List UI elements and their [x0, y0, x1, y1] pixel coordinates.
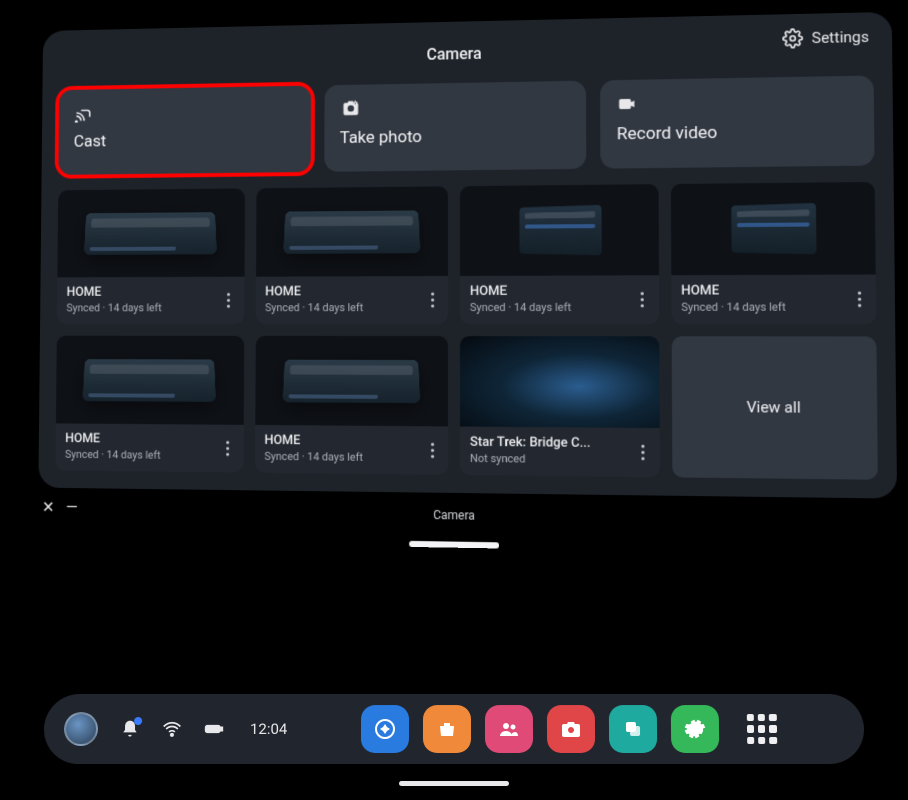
media-title: HOME: [67, 285, 235, 300]
media-subtitle: Synced · 14 days left: [470, 301, 648, 314]
media-card[interactable]: HOME Synced · 14 days left: [255, 186, 448, 324]
media-thumbnail: [256, 186, 448, 276]
taskbar: 12:04: [43, 694, 864, 764]
taskbar-apps: [361, 705, 783, 753]
video-icon: [617, 94, 639, 114]
media-thumbnail: [460, 336, 659, 428]
cast-icon: [74, 103, 95, 123]
media-subtitle: Synced · 14 days left: [66, 301, 234, 314]
wifi-icon[interactable]: [162, 719, 182, 739]
media-card[interactable]: HOME Synced · 14 days left: [460, 184, 659, 324]
taskbar-status: 12:04: [64, 712, 288, 746]
media-thumbnail: [56, 336, 244, 425]
media-card[interactable]: Star Trek: Bridge C... Not synced: [460, 336, 660, 477]
media-title: HOME: [65, 431, 233, 447]
window-controls: ✕ —: [42, 498, 78, 517]
more-icon[interactable]: [632, 292, 653, 307]
media-title: Star Trek: Bridge C...: [470, 435, 649, 452]
take-photo-label: Take photo: [340, 125, 571, 148]
media-card[interactable]: HOME Synced · 14 days left: [57, 188, 245, 324]
record-video-tile[interactable]: Record video: [600, 75, 874, 168]
gear-icon: [782, 28, 803, 49]
media-grid: HOME Synced · 14 days left HOME Synced ·…: [55, 182, 877, 480]
media-title: HOME: [264, 433, 438, 450]
media-title: HOME: [470, 283, 648, 299]
media-card[interactable]: HOME Synced · 14 days left: [55, 336, 243, 473]
cast-label: Cast: [74, 129, 295, 152]
app-library-icon[interactable]: [740, 708, 783, 750]
notifications-icon[interactable]: [120, 719, 140, 739]
camera-panel: Camera Settings Cast Take photo: [38, 12, 897, 499]
view-all-tile[interactable]: View all: [671, 336, 878, 479]
cast-tile[interactable]: Cast: [58, 86, 310, 175]
battery-icon[interactable]: [204, 719, 224, 739]
media-thumbnail: [460, 184, 659, 276]
action-row: Cast Take photo Record video: [58, 75, 874, 174]
clock: 12:04: [250, 720, 288, 738]
media-thumbnail: [255, 336, 448, 427]
more-icon[interactable]: [218, 441, 237, 456]
app-people[interactable]: [485, 705, 533, 753]
media-thumbnail: [57, 188, 244, 277]
app-settings[interactable]: [670, 705, 719, 753]
media-subtitle: Not synced: [470, 452, 649, 467]
app-camera[interactable]: [547, 705, 595, 753]
more-icon[interactable]: [633, 445, 654, 461]
media-subtitle: Synced · 14 days left: [681, 300, 865, 314]
settings-button[interactable]: Settings: [782, 27, 869, 49]
taskbar-drag-handle[interactable]: [399, 781, 509, 786]
panel-header: Camera Settings: [59, 27, 873, 79]
media-title: HOME: [681, 283, 865, 299]
camera-icon: [340, 98, 362, 118]
more-icon[interactable]: [422, 443, 442, 458]
take-photo-tile[interactable]: Take photo: [324, 81, 587, 172]
drag-handle[interactable]: [409, 541, 499, 549]
more-icon[interactable]: [848, 292, 869, 308]
minimize-icon[interactable]: —: [66, 498, 78, 517]
media-thumbnail: [670, 182, 875, 275]
media-card[interactable]: HOME Synced · 14 days left: [670, 182, 876, 324]
close-icon[interactable]: ✕: [42, 498, 55, 517]
record-video-label: Record video: [617, 121, 858, 145]
view-all-label: View all: [747, 398, 801, 417]
app-store[interactable]: [423, 705, 471, 753]
app-multitask[interactable]: [609, 705, 657, 753]
more-icon[interactable]: [219, 293, 238, 308]
app-explore[interactable]: [361, 705, 409, 753]
media-title: HOME: [265, 284, 438, 299]
page-title: Camera: [427, 43, 482, 63]
media-subtitle: Synced · 14 days left: [264, 450, 438, 465]
media-subtitle: Synced · 14 days left: [65, 448, 233, 463]
window-title: Camera: [433, 508, 475, 523]
settings-label: Settings: [812, 28, 870, 47]
avatar[interactable]: [64, 712, 99, 746]
window-bar: ✕ — Camera: [38, 496, 898, 537]
more-icon[interactable]: [422, 293, 442, 308]
media-card[interactable]: HOME Synced · 14 days left: [255, 336, 448, 475]
media-subtitle: Synced · 14 days left: [265, 301, 438, 314]
